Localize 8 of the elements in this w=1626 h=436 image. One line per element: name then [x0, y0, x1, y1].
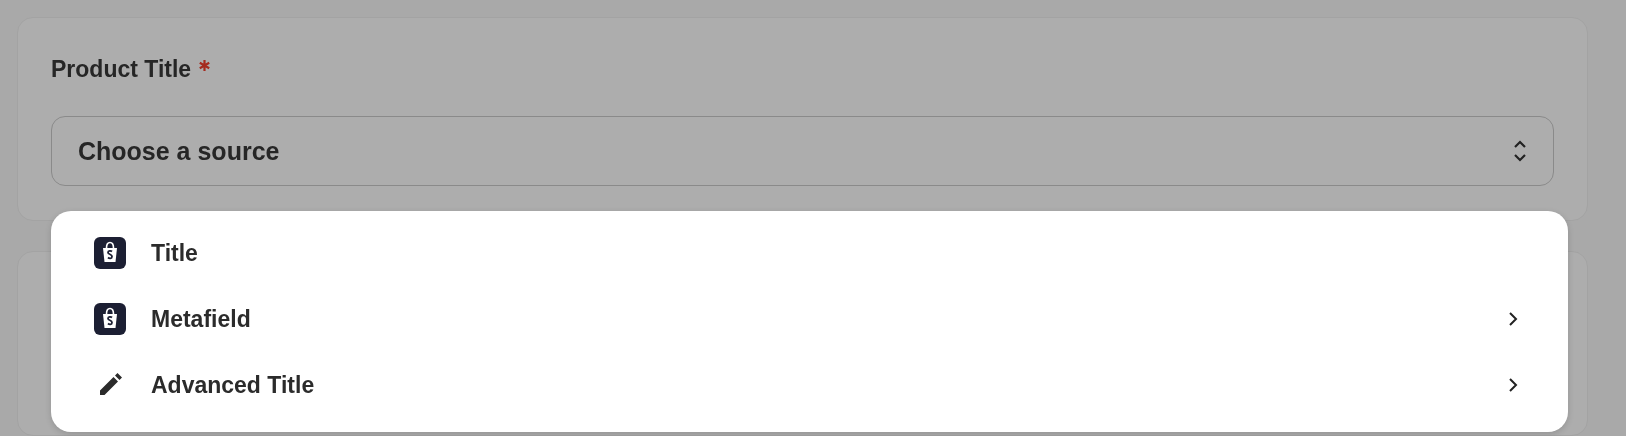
menu-item[interactable]: Metafield — [51, 286, 1568, 352]
source-select[interactable]: Choose a source — [51, 116, 1554, 186]
shopping-bag-icon — [94, 237, 126, 269]
up-down-chevron-icon — [1513, 139, 1527, 163]
shopping-bag-icon — [94, 303, 126, 335]
menu-item[interactable]: Title — [51, 220, 1568, 286]
field-label: Product Title — [51, 56, 192, 83]
menu-item[interactable]: Advanced Title — [51, 352, 1568, 418]
